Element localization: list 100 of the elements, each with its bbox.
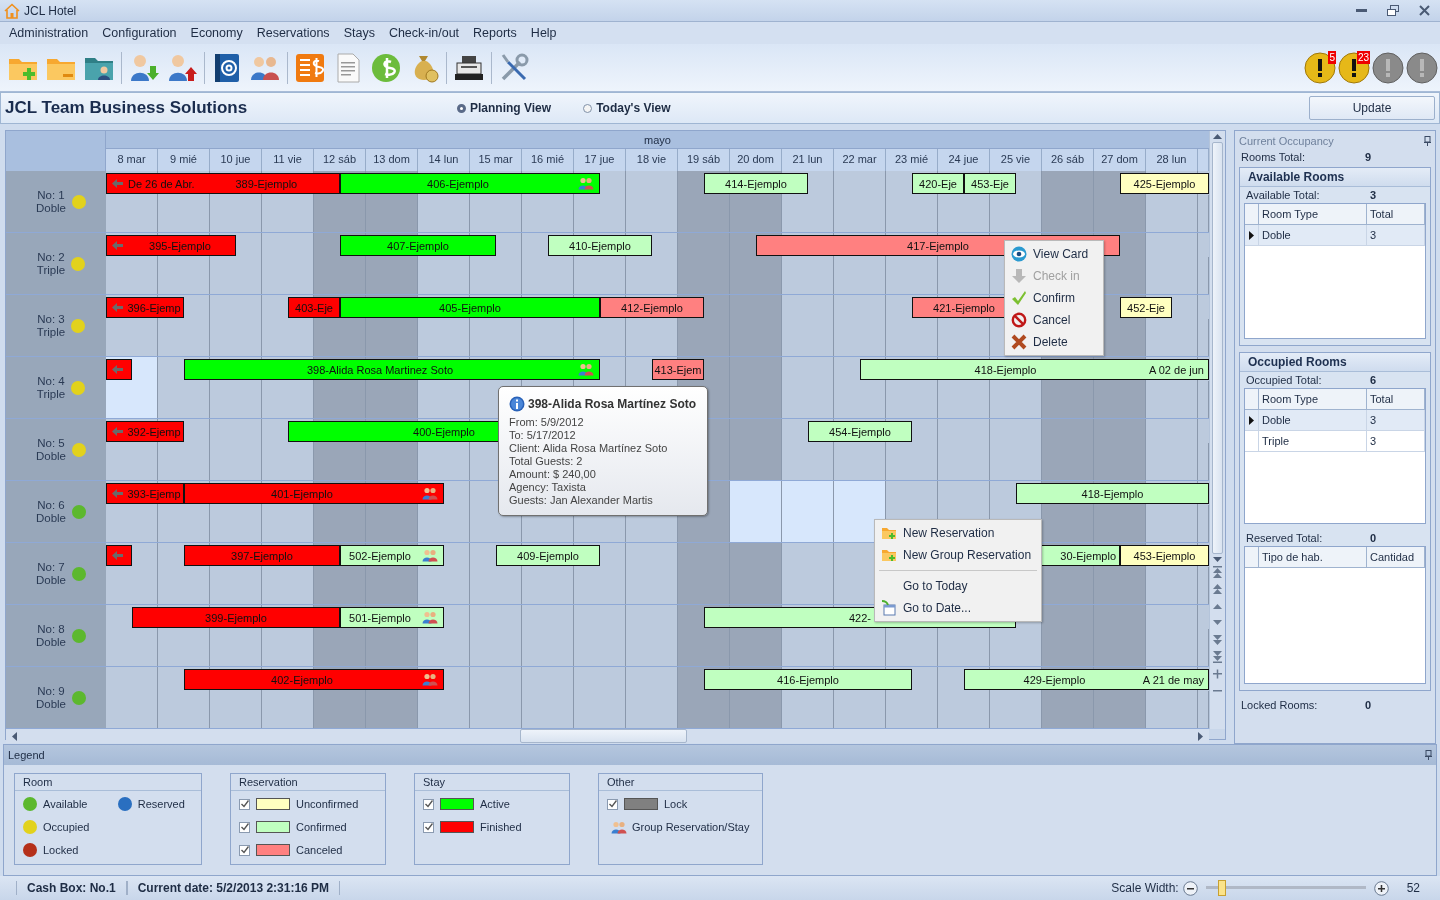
company-title: JCL Team Business Solutions [5,98,249,118]
booking-label: 406-Ejemplo [427,177,489,190]
booking-label: 453-Eje [971,177,1009,190]
room-type: Triple [36,387,66,401]
booking-label: 414-Ejemplo [725,177,787,190]
tooltip-line: Agency: Taxista [509,481,587,494]
day-header: 11 vie [262,149,314,171]
day-header: 28 lun [1146,149,1198,171]
legend-label: Confirmed [296,821,347,833]
table-cell: 3 [1367,225,1425,246]
booking-label: 396-Ejemp [127,301,181,314]
table-cell: Doble [1259,225,1367,246]
room-number: No: 9 [37,684,65,698]
legend-group-title: Room [15,774,201,791]
tooltip-line: Amount: $ 240,00 [509,468,597,481]
day-header: 17 jue [574,149,626,171]
booking-label: 405-Ejemplo [439,301,501,314]
total-label: Available Total: [1246,189,1321,201]
legend-label: Active [480,798,510,810]
tooltip-line: Total Guests: 2 [509,455,584,468]
legend-title: Legend [8,749,45,761]
total-value: 3 [1370,189,1377,201]
booking-label: 425-Ejemplo [1133,177,1196,190]
room-type: Triple [36,263,66,277]
booking-label: 389-Ejemplo [235,177,298,190]
day-header: 14 lun [418,149,470,171]
room-type: Doble [35,449,67,463]
booking-label: 402-Ejemplo [271,673,333,686]
legend-label: Group Reservation/Stay [632,821,750,833]
booking-label: 398-Alida Rosa Martinez Soto [306,363,454,376]
booking-label: 418-Ejemplo [974,363,1037,376]
day-header: 12 sáb [314,149,366,171]
legend-label: Reserved [137,798,185,810]
table-cell: 3 [1367,431,1425,452]
total-label: Occupied Total: [1246,374,1323,386]
legend-group-title: Stay [415,774,569,791]
booking-label: 417-Ejemplo [907,239,969,252]
rooms-total-value: 9 [1365,151,1372,163]
booking-label: 403-Eje [295,301,333,314]
room-number: No: 2 [37,250,65,264]
scale-value: 52 [1406,881,1420,895]
legend-label: Canceled [296,844,343,856]
end-date-note: A 02 de jun [1148,363,1204,376]
day-header: 18 vie [626,149,678,171]
room-number: No: 8 [37,622,65,636]
booking-label: 452-Eje [1127,301,1165,314]
day-header: 13 dom [366,149,418,171]
booking-label: 422- [849,611,871,624]
legend-label: Occupied [43,821,90,833]
booking-label: 399-Ejemplo [205,611,267,624]
room-type: Doble [35,697,67,711]
day-header: 27 dom [1094,149,1146,171]
booking-label: 416-Ejemplo [777,673,839,686]
day-header: 10 jue [210,149,262,171]
tooltip-line: Client: Alida Rosa Martínez Soto [509,442,669,455]
total-label: Reserved Total: [1246,532,1324,544]
room-number: No: 7 [37,560,65,574]
room-type: Doble [35,635,67,649]
total-value: 6 [1370,374,1377,386]
booking-label: 502-Ejemplo [349,549,411,562]
day-header: 19 sáb [678,149,730,171]
end-date-note: A 21 de may [1142,673,1204,686]
current-date-label: Current date: 5/2/2013 2:31:16 PM [126,881,341,895]
section-title: Occupied Rooms [1240,353,1430,372]
start-date-note: De 26 de Abr. [128,177,195,190]
day-header: 25 vie [990,149,1042,171]
booking-label: 454-Ejemplo [829,425,891,438]
tooltip-line: To: 5/17/2012 [509,429,577,442]
booking-label: 412-Ejemplo [621,301,683,314]
legend-label: Lock [664,798,688,810]
booking-label: 429-Ejemplo [1023,673,1086,686]
table-cell: Triple [1259,431,1367,452]
day-header: 15 mar [470,149,522,171]
booking-label: 392-Ejemp [127,425,181,438]
booking-label: 418-Ejemplo [1081,487,1144,500]
room-number: No: 5 [37,436,65,450]
booking-label: 410-Ejemplo [569,239,631,252]
booking-label: 409-Ejemplo [517,549,579,562]
booking-label: 30-Ejemplo [1060,549,1116,562]
panel-title: Current Occupancy [1239,135,1334,147]
room-type: Doble [35,511,67,525]
section-title: Available Rooms [1240,168,1430,187]
day-header: 16 mié [522,149,574,171]
room-number: No: 4 [37,374,65,388]
room-type: Doble [35,201,67,215]
day-header: 9 mié [158,149,210,171]
legend-label: Locked [43,844,79,856]
cash-box-label: Cash Box: No.1 [16,881,127,895]
booking-label: 400-Ejemplo [413,425,475,438]
legend-group-title: Reservation [231,774,385,791]
booking-label: 395-Ejemplo [149,239,211,252]
booking-label: 421-Ejemplo [933,301,995,314]
count-badge: 5 [1328,50,1336,64]
booking-label: 453-Ejemplo [1133,549,1196,562]
locked-rooms-value: 0 [1365,699,1372,711]
legend-label: Available [43,798,88,810]
total-value: 0 [1370,532,1377,544]
booking-label: 397-Ejemplo [231,549,293,562]
day-header: 8 mar [106,149,158,171]
locked-rooms-label: Locked Rooms: [1241,699,1319,711]
